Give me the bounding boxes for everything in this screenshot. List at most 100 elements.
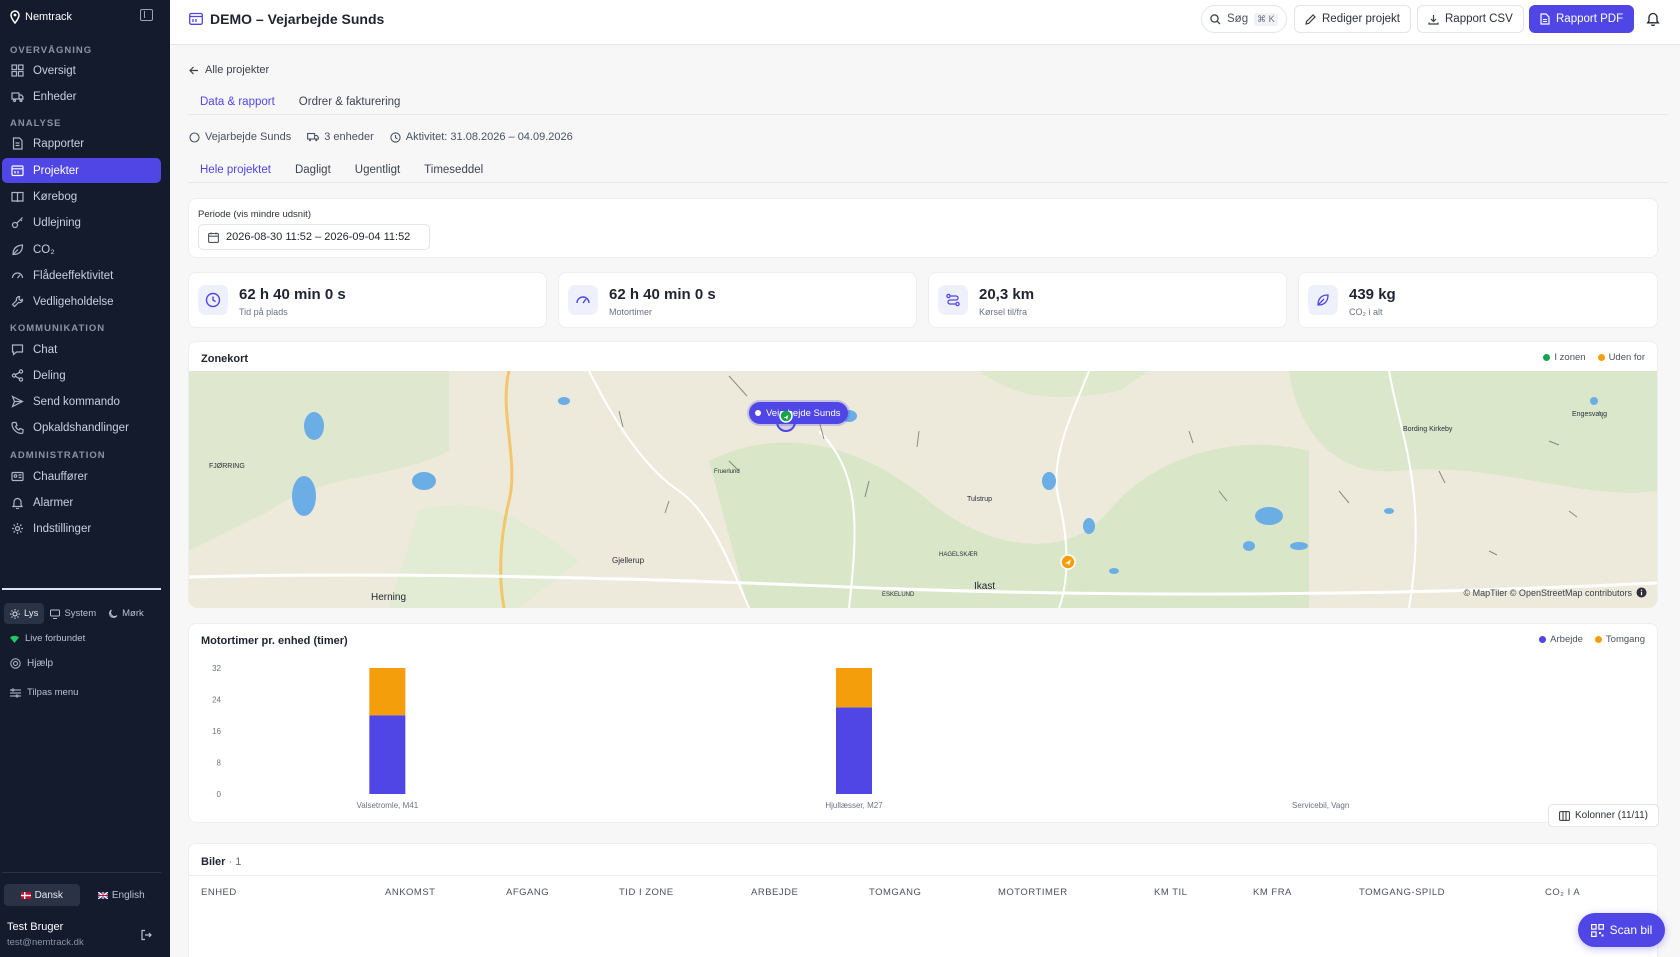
customize-menu-label: Tilpas menu — [27, 687, 79, 698]
language-option-danish[interactable]: Dansk — [4, 884, 80, 906]
tab-weekly[interactable]: Ugentligt — [343, 158, 412, 182]
truck-icon — [11, 92, 24, 103]
map-attribution: © MapTiler © OpenStreetMap contributors — [1464, 587, 1648, 598]
kpi-value: 439 kg — [1349, 286, 1396, 303]
search-icon — [1210, 13, 1221, 24]
qr-code-icon — [1590, 923, 1604, 937]
columns-button[interactable]: Kolonner (11/11) — [1548, 804, 1660, 827]
tab-daily[interactable]: Dagligt — [283, 158, 343, 182]
table-header-idle[interactable]: TOMGANG — [869, 887, 921, 898]
zone-map-card: Zonekort I zonen Uden for FJØRRING Herni… — [188, 341, 1658, 608]
wrench-icon — [11, 295, 24, 308]
table-header-idle-waste[interactable]: TOMGANG-SPILD — [1359, 887, 1445, 898]
sidebar-section-heading: ANALYSE — [10, 118, 62, 129]
table-header-arrival[interactable]: ANKOMST — [385, 887, 435, 898]
scan-vehicle-button[interactable]: Scan bil — [1578, 913, 1665, 947]
theme-option-light[interactable]: Lys — [4, 603, 45, 624]
y-tick-label: 24 — [212, 696, 221, 705]
notification-bell-icon[interactable] — [1646, 11, 1660, 26]
period-date-range-input[interactable]: 2026-08-30 11:52 – 2026-09-04 11:52 — [198, 224, 430, 250]
collapse-sidebar-icon[interactable] — [140, 9, 153, 21]
sidebar-item-vedligeholdelse[interactable]: Vedligeholdelse — [2, 289, 161, 314]
tab-whole-project[interactable]: Hele projektet — [188, 158, 283, 182]
sidebar-item-alarmer[interactable]: Alarmer — [2, 490, 161, 515]
table-header-co2[interactable]: CO₂ I A — [1545, 887, 1580, 898]
location-pin-icon — [10, 10, 20, 24]
table-header-km-from[interactable]: KM FRA — [1253, 887, 1292, 898]
top-bar: DEMO – Vejarbejde Sunds Søg ⌘ K Rediger … — [170, 0, 1680, 45]
table-header-km-to[interactable]: KM TIL — [1154, 887, 1187, 898]
sidebar-item-rapporter[interactable]: Rapporter — [2, 131, 161, 156]
table-header-time-in-zone[interactable]: TID I ZONE — [619, 887, 674, 898]
sidebar-item-deling[interactable]: Deling — [2, 363, 161, 388]
monitor-icon — [50, 609, 61, 619]
document-icon — [1540, 13, 1550, 25]
x-tick-label: Servicebil, Vagn — [1292, 801, 1349, 810]
bar-tomgang[interactable] — [369, 668, 406, 716]
sidebar-item-co-[interactable]: CO₂ — [2, 237, 161, 262]
sidebar-item-oversigt[interactable]: Oversigt — [2, 58, 161, 83]
sidebar-item-label: CO₂ — [33, 243, 55, 256]
back-to-projects-label: Alle projekter — [205, 64, 270, 76]
sidebar-item-udlejning[interactable]: Udlejning — [2, 210, 161, 235]
zone-map[interactable]: FJØRRING Herning Ikast Gjellerup Tulstru… — [189, 371, 1657, 608]
info-icon[interactable] — [1636, 587, 1647, 598]
hexagon-icon — [189, 131, 200, 143]
table-header-engine-hours[interactable]: MOTORTIMER — [998, 887, 1068, 898]
bar-arbejde[interactable] — [836, 707, 872, 794]
language-option-english[interactable]: English — [84, 884, 160, 906]
theme-option-system[interactable]: System — [44, 603, 102, 624]
pencil-icon — [1305, 13, 1316, 25]
report-pdf-button[interactable]: Rapport PDF — [1529, 5, 1635, 33]
tab-data-report[interactable]: Data & rapport — [188, 90, 287, 114]
sidebar-item-opkaldshandlinger[interactable]: Opkaldshandlinger — [2, 415, 161, 440]
zone-map-title: Zonekort — [201, 353, 249, 365]
logout-icon[interactable] — [140, 929, 152, 941]
table-title-text: Biler — [201, 856, 226, 868]
bar-tomgang[interactable] — [836, 668, 872, 708]
sidebar-item-chauffører[interactable]: Chauffører — [2, 464, 161, 489]
vehicle-outside-marker[interactable] — [1060, 554, 1076, 570]
back-to-projects-link[interactable]: Alle projekter — [189, 64, 269, 76]
help-link[interactable]: Hjælp — [10, 658, 53, 669]
sidebar-divider — [2, 588, 161, 590]
zone-circle-marker[interactable] — [775, 411, 797, 433]
search-button[interactable]: Søg ⌘ K — [1201, 5, 1287, 33]
legend-idle-label: Tomgang — [1605, 634, 1645, 645]
theme-option-dark[interactable]: Mørk — [102, 603, 150, 624]
sidebar-item-send-kommando[interactable]: Send kommando — [2, 389, 161, 414]
app-logo[interactable]: Nemtrack — [9, 10, 72, 24]
sidebar-item-flådeeffektivitet[interactable]: Flådeeffektivitet — [2, 263, 161, 288]
legend-in-zone: I zonen — [1543, 352, 1586, 363]
tab-timesheet[interactable]: Timeseddel — [412, 158, 495, 182]
sidebar-item-kørebog[interactable]: Kørebog — [2, 184, 161, 209]
sidebar-item-chat[interactable]: Chat — [2, 337, 161, 362]
zone-label[interactable]: Vejarbejde Sunds — [749, 402, 849, 424]
report-csv-button[interactable]: Rapport CSV — [1417, 5, 1524, 33]
language-english-label: English — [111, 889, 145, 901]
tab-orders-billing[interactable]: Ordrer & fakturering — [287, 90, 413, 114]
sidebar-item-enheder[interactable]: Enheder — [2, 84, 161, 109]
table-header-departure[interactable]: AFGANG — [506, 887, 549, 898]
y-tick-label: 0 — [217, 790, 222, 799]
table-header-unit[interactable]: ENHED — [201, 887, 237, 898]
edit-project-button[interactable]: Rediger projekt — [1294, 5, 1411, 33]
sidebar-item-projekter[interactable]: Projekter — [2, 158, 161, 183]
map-background — [189, 371, 1657, 608]
help-label: Hjælp — [27, 658, 54, 669]
sidebar-item-label: Send kommando — [33, 395, 120, 408]
theme-light-label: Lys — [24, 608, 39, 619]
sidebar-item-label: Flådeeffektivitet — [33, 269, 114, 282]
kpi-label: Kørsel til/fra — [979, 307, 1028, 317]
download-icon — [1428, 14, 1439, 25]
sidebar-item-indstillinger[interactable]: Indstillinger — [2, 516, 161, 541]
book-icon — [11, 191, 24, 203]
y-tick-label: 8 — [217, 759, 222, 768]
sidebar-item-label: Oversigt — [33, 64, 76, 77]
table-header-work[interactable]: ARBEJDE — [751, 887, 798, 898]
map-place: Gjellerup — [612, 556, 645, 565]
customize-menu-link[interactable]: Tilpas menu — [10, 687, 78, 698]
bar-arbejde[interactable] — [369, 715, 406, 794]
kpi-label: Motortimer — [609, 307, 653, 317]
map-place: Engesvang — [1572, 411, 1608, 418]
